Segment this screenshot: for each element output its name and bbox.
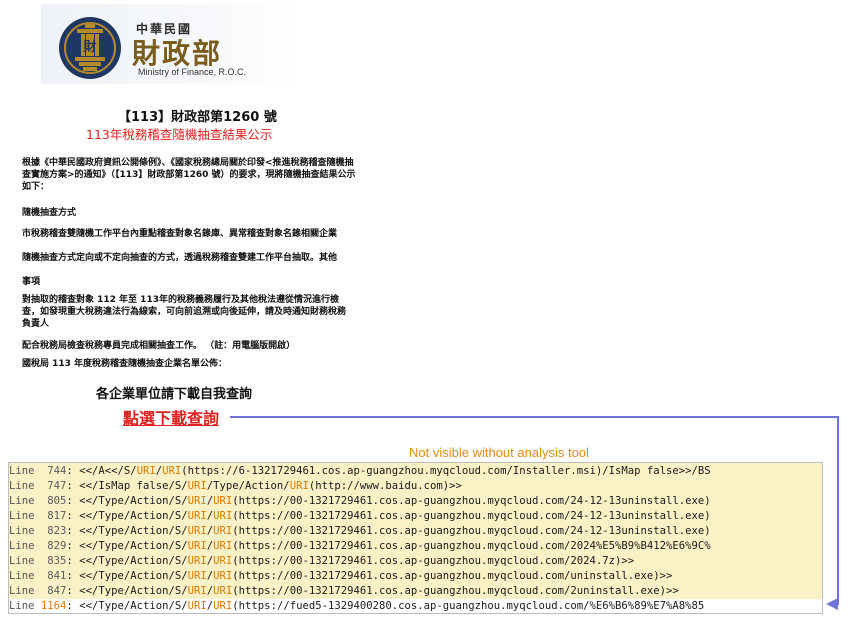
code-text: <</Type/Action/S/ [79, 525, 188, 537]
download-query-link[interactable]: 點選下載查詢 [123, 405, 219, 429]
code-text: (https://00-1321729461.cos.ap-guangzhou.… [232, 495, 711, 507]
uri-keyword: URI [136, 465, 156, 477]
line-number: 805 [47, 495, 67, 507]
code-text: <</Type/Action/S/ [79, 570, 188, 582]
paragraph-list-announcement: 國稅局 113 年度稅務稽查隨機抽查企業名單公佈： [22, 359, 228, 369]
document-title: 113年稅務稽查隨機抽查結果公示 [86, 127, 273, 142]
code-text: <</Type/Action/S/ [79, 555, 188, 567]
paragraph-inspection: 對抽取的稽查對象 112 年至 113年的稅務義務履行及其他稅法遵從情況進行檢查… [22, 295, 347, 329]
code-line: Line 744: <</A<</S/URI/URI(https://6-132… [9, 465, 711, 477]
line-number: 744 [47, 465, 67, 477]
uri-keyword: URI [213, 510, 233, 522]
line-label: Line [9, 585, 35, 597]
ministry-seal-icon: 財 [59, 17, 121, 79]
line-label: Line [9, 510, 35, 522]
uri-keyword: URI [187, 495, 207, 507]
logo-title-big: 財政部 [132, 37, 223, 70]
uri-keyword: URI [162, 465, 182, 477]
uri-keyword: URI [187, 555, 207, 567]
code-text: <</IsMap false/S/ [79, 480, 188, 492]
line-label: Line [9, 600, 35, 612]
document-number: 【113】財政部第1260 號 [118, 110, 277, 125]
code-text: /Type/Action/ [206, 480, 290, 492]
code-text: (https://00-1321729461.cos.ap-guangzhou.… [232, 570, 673, 582]
uri-keyword: URI [187, 585, 207, 597]
seal-char: 財 [82, 39, 96, 55]
code-line: Line 817: <</Type/Action/S/URI/URI(https… [9, 510, 711, 522]
code-text: (https://00-1321729461.cos.ap-guangzhou.… [232, 585, 679, 597]
line-number: 835 [47, 555, 67, 567]
line-label: Line [9, 540, 35, 552]
code-line: Line 823: <</Type/Action/S/URI/URI(https… [9, 525, 711, 537]
code-text: <</Type/Action/S/ [79, 540, 188, 552]
uri-keyword: URI [187, 510, 207, 522]
code-line: Line 805: <</Type/Action/S/URI/URI(https… [9, 495, 711, 507]
line-number: 1164 [40, 600, 67, 612]
line-number: 847 [47, 585, 67, 597]
line-number: 817 [47, 510, 67, 522]
code-line: Line 835: <</Type/Action/S/URI/URI(https… [9, 555, 635, 567]
code-text: (https://6-1321729461.cos.ap-guangzhou.m… [181, 465, 711, 477]
code-line: Line 847: <</Type/Action/S/URI/URI(https… [9, 585, 679, 597]
uri-keyword: URI [187, 600, 207, 612]
line-number: 829 [47, 540, 67, 552]
paragraph-basis: 根據《中華民國政府資訊公開條例》、《國家稅務總局關於印發<推進稅務稽查隨機抽查實… [22, 158, 356, 192]
code-text: (http://www.baidu.com)>> [308, 480, 462, 492]
code-text: <</Type/Action/S/ [79, 510, 188, 522]
code-line: Line 747: <</IsMap false/S/URI/Type/Acti… [9, 480, 462, 492]
code-line: Line 1164: <</Type/Action/S/URI/URI(http… [9, 599, 822, 613]
code-text: <</Type/Action/S/ [79, 585, 188, 597]
code-text: (https://00-1321729461.cos.ap-guangzhou.… [232, 525, 711, 537]
section-heading-method: 隨機抽查方式 [22, 208, 77, 218]
uri-keyword: URI [213, 600, 233, 612]
paragraph-method: 隨機抽查方式定向或不定向抽查的方式，透過稅務稽查雙建工作平台抽取。其他 [22, 253, 338, 263]
line-label: Line [9, 555, 35, 567]
uri-keyword: URI [213, 570, 233, 582]
analysis-tool-caption: Not visible without analysis tool [409, 445, 589, 460]
uri-keyword: URI [213, 495, 233, 507]
uri-keyword: URI [289, 480, 309, 492]
line-label: Line [9, 570, 35, 582]
paragraph-cooperate: 配合稅務局檢查稅務專員完成相關抽查工作。 （註：用電腦版開啟） [22, 341, 296, 351]
line-label: Line [9, 480, 35, 492]
uri-keyword: URI [213, 555, 233, 567]
code-text: (https://00-1321729461.cos.ap-guangzhou.… [232, 540, 711, 552]
paragraph-scope: 市稅務稽查雙隨機工作平台內重點稽查對象名錄庫、異常稽查對象名錄相關企業 [22, 229, 338, 239]
download-notice: 各企業單位請下載自我查詢 [96, 387, 253, 402]
code-text: (https://00-1321729461.cos.ap-guangzhou.… [232, 555, 635, 567]
uri-keyword: URI [187, 540, 207, 552]
code-text: <</A<</S/ [79, 465, 137, 477]
uri-keyword: URI [213, 525, 233, 537]
line-label: Line [9, 525, 35, 537]
code-text: (https://00-1321729461.cos.ap-guangzhou.… [232, 510, 711, 522]
code-line: Line 829: <</Type/Action/S/URI/URI(https… [9, 540, 711, 552]
uri-keyword: URI [187, 570, 207, 582]
line-label: Line [9, 465, 35, 477]
code-line: Line 841: <</Type/Action/S/URI/URI(https… [9, 570, 673, 582]
code-text: <</Type/Action/S/ [79, 600, 188, 612]
pdf-object-code-view: Line 744: <</A<</S/URI/URI(https://6-132… [8, 462, 823, 614]
uri-keyword: URI [213, 585, 233, 597]
line-number: 823 [47, 525, 67, 537]
section-heading-matters: 事項 [22, 277, 41, 287]
code-text: (https://fued5-1329400280.cos.ap-guangzh… [232, 600, 705, 612]
uri-keyword: URI [187, 525, 207, 537]
line-label: Line [9, 495, 35, 507]
logo-title-english: Ministry of Finance, R.O.C. [138, 67, 247, 77]
uri-keyword: URI [213, 540, 233, 552]
line-number: 747 [47, 480, 67, 492]
line-number: 841 [47, 570, 67, 582]
code-text: <</Type/Action/S/ [79, 495, 188, 507]
uri-keyword: URI [187, 480, 207, 492]
